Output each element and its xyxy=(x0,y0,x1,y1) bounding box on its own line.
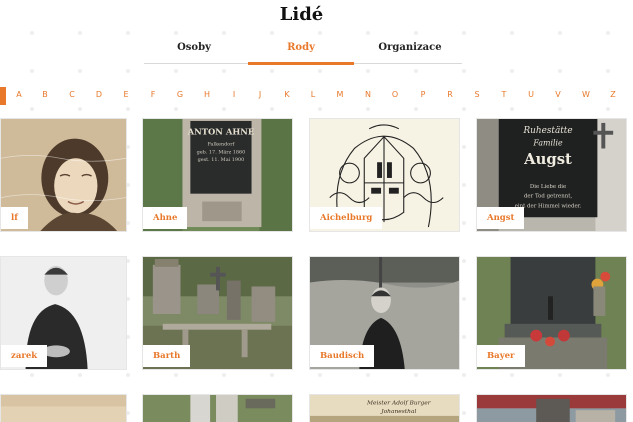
postcard-line: Johanesthal xyxy=(380,409,416,415)
family-card[interactable]: Meister Adolf Burger Johanesthal xyxy=(309,394,460,422)
gravestone-heading: Ruhestätte xyxy=(522,126,572,136)
letter-j[interactable]: J xyxy=(253,90,267,99)
letter-m[interactable]: M xyxy=(333,90,347,99)
letter-u[interactable]: U xyxy=(524,90,538,99)
postcard-line: Meister Adolf Burger xyxy=(366,401,432,407)
family-name-label: lf xyxy=(1,207,28,229)
letter-t[interactable]: T xyxy=(497,90,511,99)
letter-c[interactable]: C xyxy=(65,90,79,99)
family-name-label: Baudisch xyxy=(310,345,375,367)
letter-b[interactable]: B xyxy=(38,90,52,99)
family-card[interactable] xyxy=(142,394,293,422)
letter-v[interactable]: V xyxy=(551,90,565,99)
postcard-image: Meister Adolf Burger Johanesthal xyxy=(310,395,459,422)
alphabet-active-marker xyxy=(0,87,6,105)
family-name-label: Barth xyxy=(143,345,191,367)
family-name-label: zarek xyxy=(1,345,48,367)
family-name-label: Angst xyxy=(477,207,525,229)
alphabet-filter: A B C D E F G H I J K L M N O P R S T U … xyxy=(0,87,633,105)
family-card-aichelburg[interactable]: Aichelburg xyxy=(309,118,460,232)
gravestone-line: Falkendorf xyxy=(207,142,235,148)
gravestone-line: gest. 11. Mai 1900 xyxy=(198,157,245,163)
letter-r[interactable]: R xyxy=(443,90,457,99)
family-card[interactable] xyxy=(476,394,627,422)
letter-h[interactable]: H xyxy=(200,90,214,99)
gravestone-line: geb. 17. März 1860 xyxy=(197,149,246,155)
gravestone-line: Die Liebe die xyxy=(530,184,566,190)
letter-n[interactable]: N xyxy=(361,90,375,99)
photo xyxy=(1,395,126,422)
family-name-label: Ahne xyxy=(143,207,188,229)
family-card-bayer[interactable]: Bayer xyxy=(476,256,627,370)
family-card-ahne[interactable]: ANTON AHNE Falkendorf geb. 17. März 1860… xyxy=(142,118,293,232)
gravestone-line: eint der Himmel wieder. xyxy=(515,203,582,209)
family-card-baudisch[interactable]: Baudisch xyxy=(309,256,460,370)
family-card-lf[interactable]: lf xyxy=(0,118,127,232)
gravestone-name: ANTON AHNE xyxy=(187,127,255,137)
letter-w[interactable]: W xyxy=(579,90,593,99)
gravestone-photo xyxy=(143,395,292,422)
tab-rody[interactable]: Rody xyxy=(248,42,354,65)
letter-o[interactable]: O xyxy=(388,90,402,99)
letter-i[interactable]: I xyxy=(227,90,241,99)
tab-osoby[interactable]: Osoby xyxy=(144,42,244,64)
gravestone-line: Familie xyxy=(532,139,563,148)
letter-l[interactable]: L xyxy=(306,90,320,99)
letter-p[interactable]: P xyxy=(416,90,430,99)
letter-k[interactable]: K xyxy=(280,90,294,99)
tab-organizace[interactable]: Organizace xyxy=(358,42,462,64)
family-card-zarek[interactable]: zarek xyxy=(0,256,127,370)
family-name-label: Bayer xyxy=(477,345,525,367)
gravestone-name: Augst xyxy=(523,151,572,168)
letter-z[interactable]: Z xyxy=(606,90,620,99)
category-tabs: Osoby Rody Organizace xyxy=(144,42,462,65)
letter-e[interactable]: E xyxy=(119,90,133,99)
page-title: Lidé xyxy=(279,4,324,25)
letter-g[interactable]: G xyxy=(173,90,187,99)
letter-a[interactable]: A xyxy=(12,90,26,99)
family-card-barth[interactable]: Barth xyxy=(142,256,293,370)
family-card[interactable] xyxy=(0,394,127,422)
letter-f[interactable]: F xyxy=(146,90,160,99)
family-name-label: Aichelburg xyxy=(310,207,383,229)
gravestone-line: der Tod getrennt, xyxy=(524,194,572,200)
letter-d[interactable]: D xyxy=(92,90,106,99)
family-card-angst[interactable]: Ruhestätte Familie Augst Die Liebe die d… xyxy=(476,118,627,232)
letter-s[interactable]: S xyxy=(470,90,484,99)
building-photo xyxy=(477,395,626,422)
